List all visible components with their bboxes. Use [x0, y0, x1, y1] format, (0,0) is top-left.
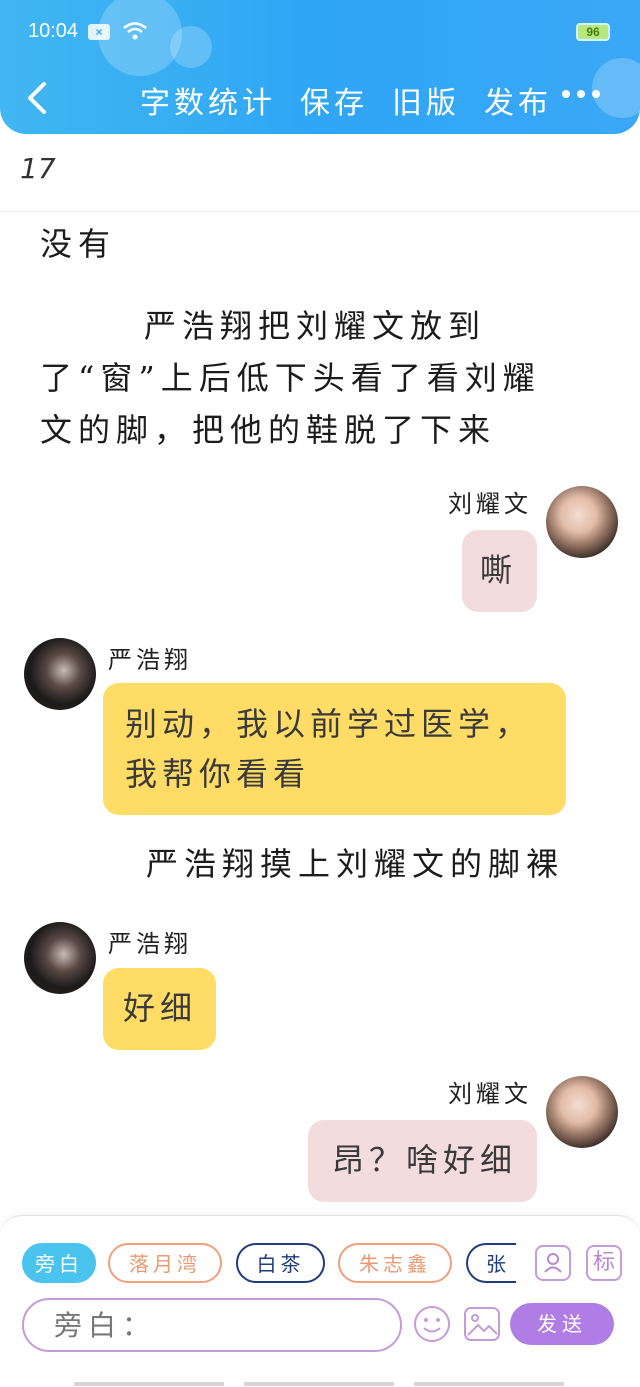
top-app-bar: 10:04 × 96 字数统计 保存 旧版 发布 [0, 0, 640, 134]
message-bubble[interactable]: 嘶 [462, 530, 537, 612]
role-chip[interactable]: 朱志鑫 [338, 1243, 452, 1283]
wifi-icon [123, 22, 147, 40]
speaker-name: 刘耀文 [448, 490, 532, 518]
avatar[interactable] [24, 638, 96, 710]
battery-icon: 96 [576, 23, 610, 41]
message-bubble[interactable]: 昂？啥好细 [308, 1120, 537, 1202]
role-chip[interactable]: 落月湾 [108, 1243, 222, 1283]
message-bubble[interactable]: 好细 [103, 968, 216, 1050]
gesture-bar [74, 1382, 224, 1386]
publish-button[interactable]: 发布 [484, 78, 552, 122]
notification-icon: × [88, 24, 110, 40]
role-chip[interactable]: 白茶 [236, 1243, 325, 1283]
role-chip-narrator[interactable]: 旁白 [22, 1243, 96, 1283]
dot [577, 90, 585, 98]
status-bar: 10:04 × 96 [28, 18, 610, 48]
divider [0, 211, 640, 212]
message-input-field[interactable] [22, 1298, 402, 1352]
tag-button[interactable]: 标 [586, 1245, 622, 1281]
emoji-icon[interactable] [412, 1304, 452, 1344]
save-button[interactable]: 保存 [300, 78, 368, 122]
chevron-left-icon[interactable] [22, 80, 52, 116]
dot [562, 90, 570, 98]
image-icon[interactable] [462, 1304, 502, 1344]
speaker-name: 严浩翔 [108, 646, 192, 674]
user-card-icon[interactable] [535, 1245, 571, 1281]
message-input[interactable] [24, 1300, 400, 1350]
send-button[interactable]: 发送 [510, 1303, 614, 1345]
dot [592, 90, 600, 98]
header-actions: 字数统计 保存 旧版 发布 [140, 78, 552, 122]
word-count-button[interactable]: 字数统计 [140, 78, 276, 122]
gesture-bar [244, 1382, 394, 1386]
narration-line: 严浩翔把刘耀文放到 [144, 307, 487, 345]
more-dots-icon[interactable] [562, 90, 600, 98]
avatar[interactable] [546, 1076, 618, 1148]
message-line: 别动，我以前学过医学， [125, 705, 533, 743]
speaker-name: 刘耀文 [448, 1080, 532, 1108]
role-chip[interactable]: 张 [466, 1243, 516, 1283]
word-count: 17 [20, 152, 56, 185]
speaker-name: 严浩翔 [108, 930, 192, 958]
decor-bubble [592, 58, 640, 118]
narration-text[interactable]: 严浩翔摸上刘耀文的脚裸 [146, 838, 564, 890]
gesture-bar [414, 1382, 564, 1386]
user-card-glyph [544, 1253, 562, 1273]
old-version-button[interactable]: 旧版 [392, 78, 460, 122]
narration-text[interactable]: 没有 [40, 218, 116, 270]
narration-line: 文的脚，把他的鞋脱了下来 [40, 411, 497, 449]
message-bubble[interactable]: 别动，我以前学过医学， 我帮你看看 [103, 683, 566, 815]
narration-block[interactable]: 严浩翔把刘耀文放到 了“窗”上后低下头看了看刘耀 文的脚，把他的鞋脱了下来 [40, 300, 600, 456]
message-line: 我帮你看看 [125, 755, 311, 793]
avatar[interactable] [546, 486, 618, 558]
status-time: 10:04 [28, 20, 79, 42]
narration-line: 了“窗”上后低下头看了看刘耀 [40, 359, 541, 397]
avatar[interactable] [24, 922, 96, 994]
